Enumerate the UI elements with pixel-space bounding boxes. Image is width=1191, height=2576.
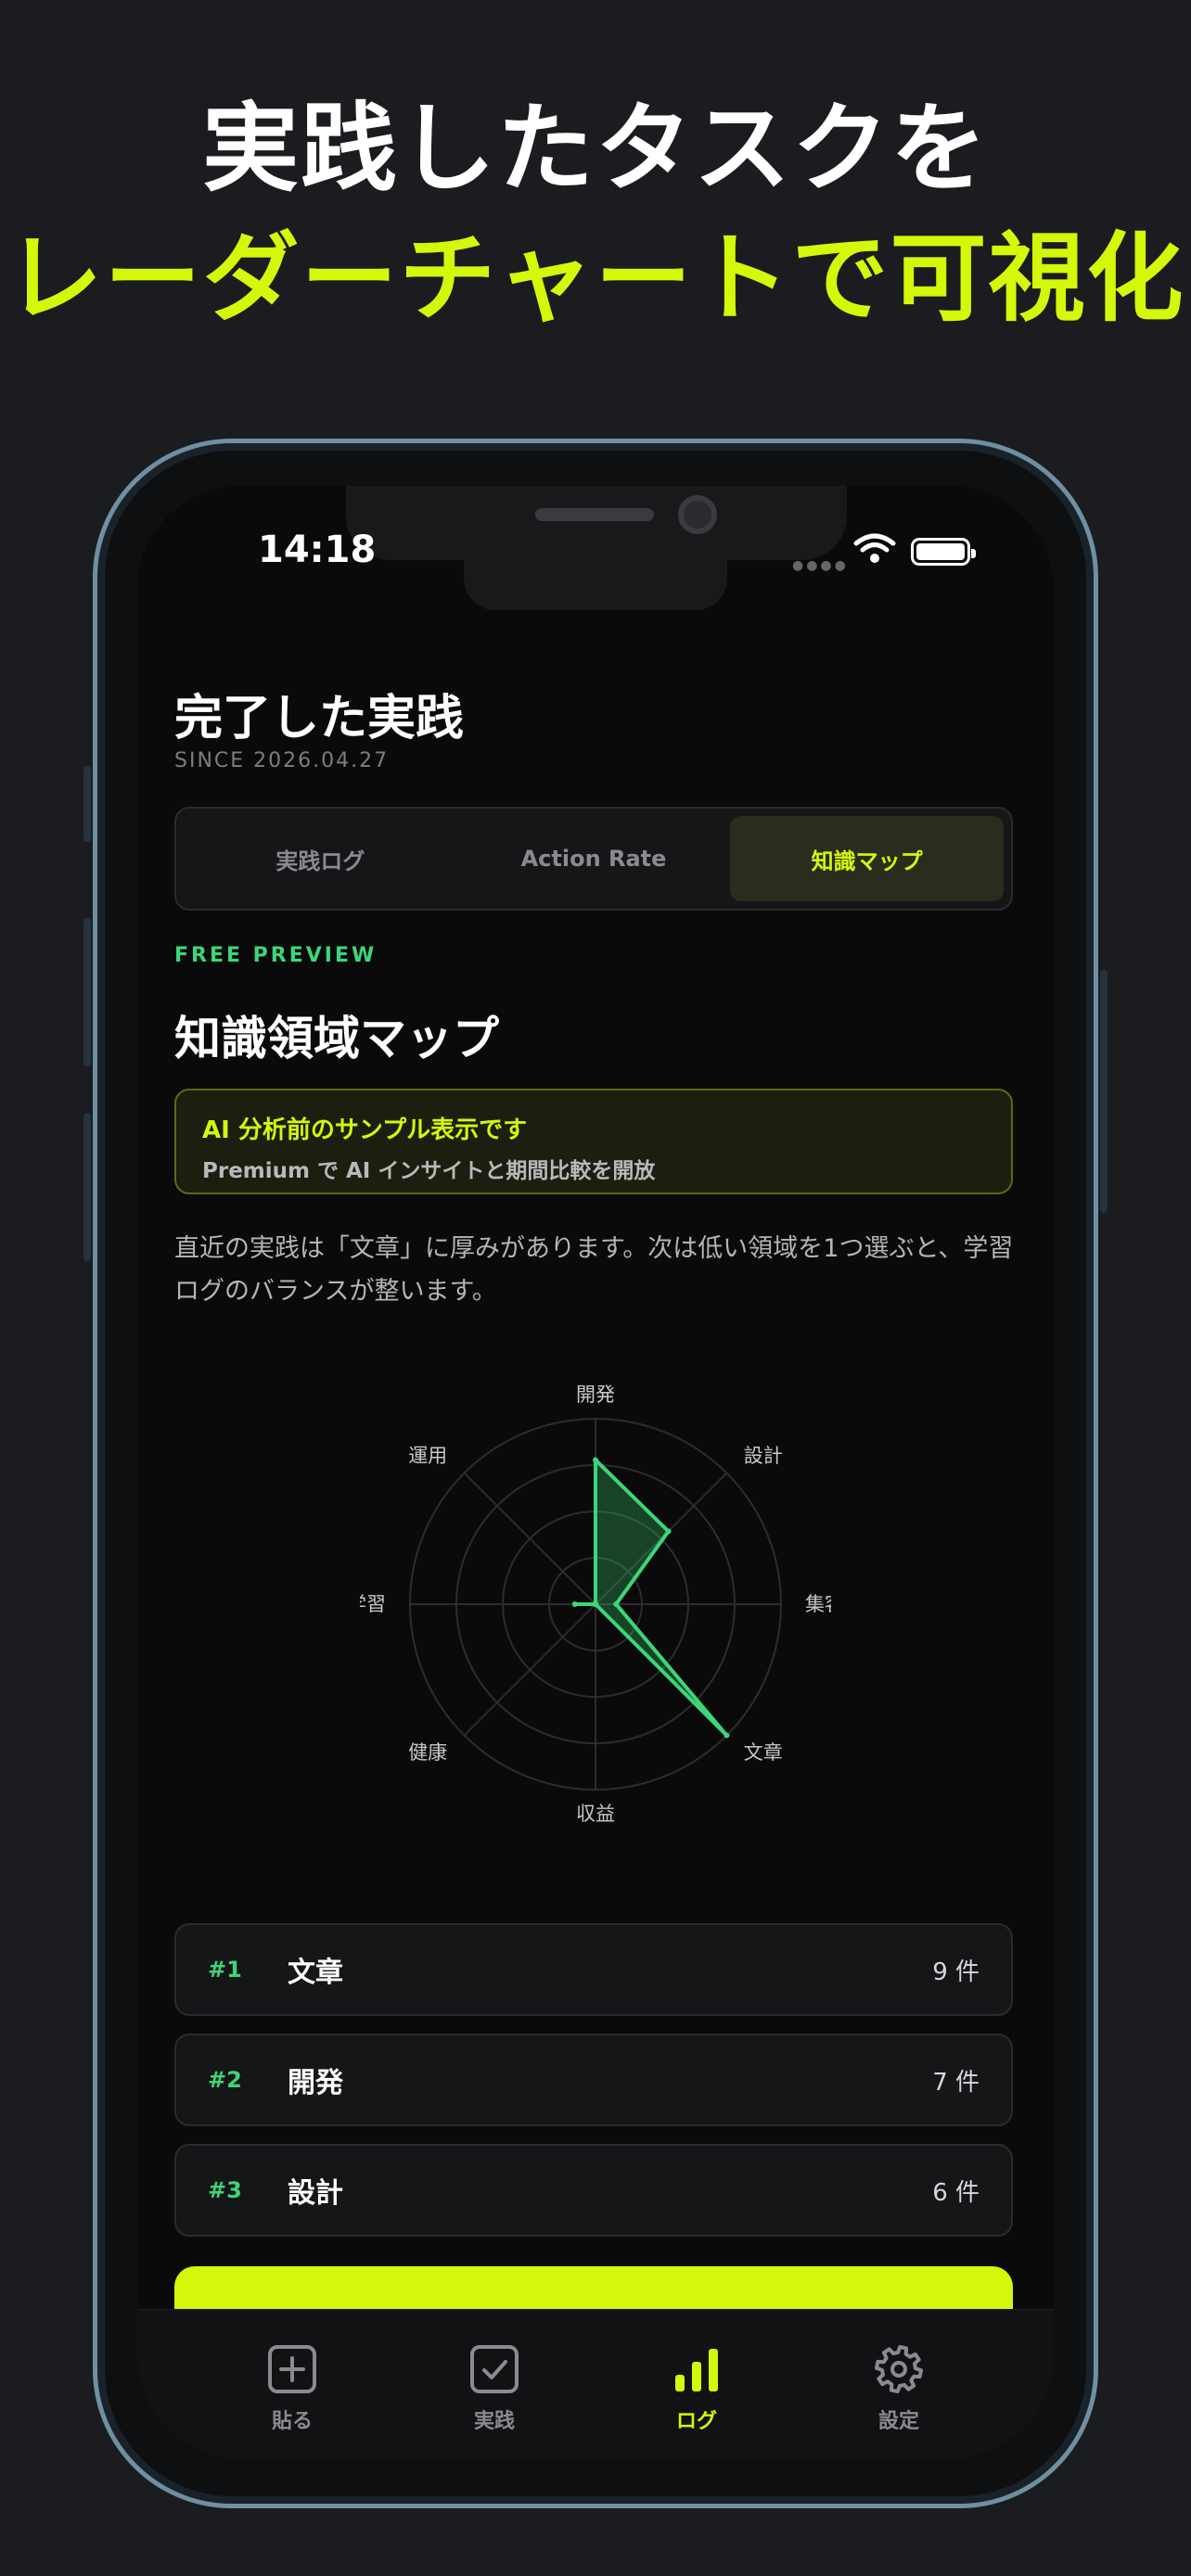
ranking-row[interactable]: #1 文章 9 件	[174, 1923, 1013, 2016]
radar-axis-label: 健康	[408, 1741, 447, 1764]
signal-dots-icon: ●●●●	[792, 558, 849, 573]
tab-practice-log[interactable]: 実践ログ	[184, 816, 457, 901]
tabbar-item-settings[interactable]: 設定	[798, 2310, 1000, 2459]
radar-axis-label: 集客	[805, 1593, 831, 1615]
rank-name: 開発	[288, 2067, 343, 2099]
ranking-row[interactable]: #3 設計 6 件	[174, 2144, 1013, 2237]
rank-count: 6 件	[932, 2178, 980, 2207]
tabbar-label: 実践	[473, 2410, 515, 2433]
rank-number: #1	[208, 1957, 242, 1983]
tabbar-item-paste[interactable]: 貼る	[191, 2310, 393, 2459]
segmented-tabs: 実践ログ Action Rate 知識マップ	[174, 807, 1013, 911]
tabbar-label: 設定	[877, 2410, 919, 2433]
speaker-grille	[535, 508, 654, 521]
section-title: 知識領域マップ	[174, 1012, 499, 1065]
phone-silent-switch	[83, 766, 91, 842]
phone-volume-up	[83, 918, 91, 1066]
tabbar-label: ログ	[675, 2410, 717, 2433]
radar-data-point	[613, 1601, 620, 1607]
radar-axis-label: 学習	[360, 1593, 386, 1615]
notch	[346, 486, 847, 560]
phone-volume-down	[83, 1113, 91, 1261]
tab-action-rate[interactable]: Action Rate	[457, 816, 731, 901]
radar-data-point	[724, 1732, 730, 1739]
bar-chart-icon	[675, 2349, 718, 2391]
front-camera	[678, 495, 717, 534]
radar-axis-label: 運用	[408, 1445, 447, 1467]
rank-name: 文章	[288, 1957, 343, 1989]
ai-notice-title: AI 分析前のサンプル表示です	[202, 1116, 528, 1144]
page-since: SINCE 2026.04.27	[174, 749, 390, 772]
headline-line-1: 実践したタスクを	[201, 92, 989, 205]
tabbar-label: 貼る	[271, 2410, 313, 2433]
summary-description: 直近の実践は「文章」に厚みがあります。次は低い領域を1つ選ぶと、学習ログのバラン…	[174, 1234, 1014, 1306]
tabbar-item-log[interactable]: ログ	[596, 2310, 798, 2459]
radar-axis-label: 文章	[744, 1741, 783, 1764]
radar-axis-label: 設計	[744, 1445, 783, 1467]
radar-data-point	[593, 1457, 598, 1463]
promo-headline: 実践したタスクを レーダーチャートで可視化	[0, 88, 1191, 348]
ai-notice-box[interactable]: AI 分析前のサンプル表示です Premium で AI インサイトと期間比較を…	[174, 1089, 1013, 1194]
battery-icon	[911, 538, 976, 566]
page-title: 完了した実践	[174, 691, 465, 746]
radar-axis-label: 収益	[576, 1803, 615, 1825]
rank-count: 7 件	[932, 2068, 980, 2097]
wifi-icon	[853, 533, 896, 563]
radar-data-point	[665, 1528, 672, 1535]
rank-count: 9 件	[932, 1958, 980, 1986]
rank-number: #3	[208, 2177, 242, 2203]
status-time: 14:18	[258, 529, 377, 571]
radar-series-area	[572, 1458, 729, 1738]
radar-data-point	[571, 1601, 578, 1607]
radar-chart: 開発設計集客文章収益 健康 学習 運用	[360, 1384, 831, 1825]
tab-knowledge-map[interactable]: 知識マップ	[730, 816, 1005, 901]
gear-icon	[875, 2345, 923, 2393]
tabbar-item-practice[interactable]: 実践	[393, 2310, 596, 2459]
bottom-tab-bar: 貼る 実践 ログ 設定	[137, 2309, 1054, 2459]
rank-name: 設計	[288, 2177, 343, 2210]
free-preview-label: FREE PREVIEW	[174, 944, 378, 967]
check-square-icon	[470, 2345, 519, 2393]
rank-number: #2	[208, 2067, 242, 2093]
phone-screen: 14:18 ●●●● 完了した実践 SINCE 2026.04.27 実践ログ …	[137, 486, 1054, 2459]
ai-notice-subtitle: Premium で AI インサイトと期間比較を開放	[202, 1159, 656, 1183]
radar-axis-line	[463, 1603, 596, 1737]
headline-line-2: レーダーチャートで可視化	[6, 222, 1185, 335]
ranking-row[interactable]: #2 開発 7 件	[174, 2034, 1013, 2126]
radar-axis-line	[463, 1472, 596, 1605]
radar-axis-label: 開発	[576, 1384, 615, 1406]
phone-power-button	[1100, 970, 1108, 1213]
radar-data-point	[593, 1601, 598, 1607]
plus-square-icon	[268, 2345, 316, 2393]
